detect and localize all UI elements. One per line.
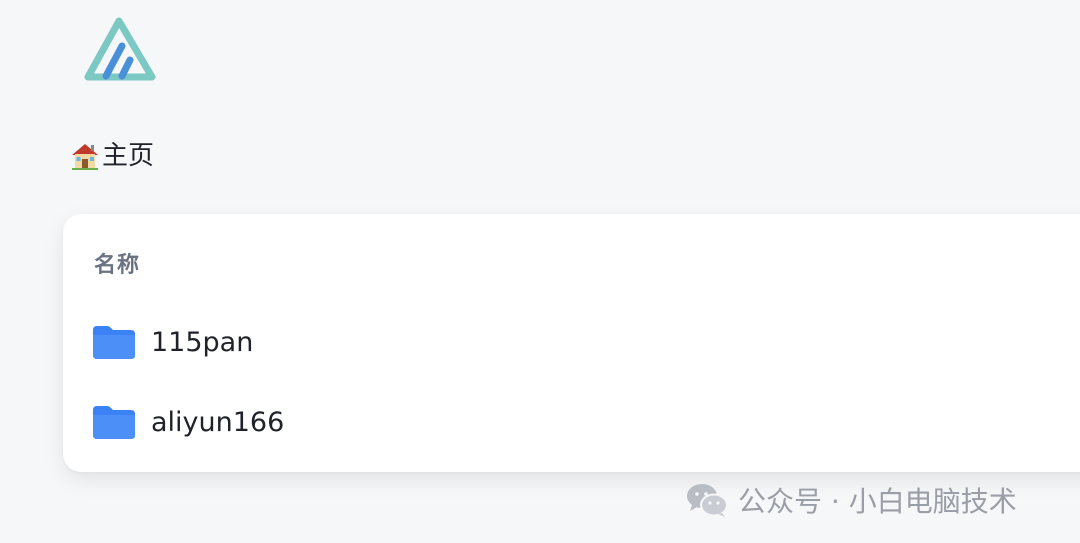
column-header-name[interactable]: 名称 [94, 247, 140, 279]
file-name: aliyun166 [151, 406, 285, 438]
file-list: 115pan aliyun166 [63, 302, 1080, 462]
folder-icon [93, 326, 135, 359]
watermark: 公众号 · 小白电脑技术 [686, 480, 1017, 520]
watermark-text: 公众号 · 小白电脑技术 [738, 485, 1017, 518]
breadcrumb[interactable]: 主页 [70, 138, 154, 174]
wechat-icon [687, 484, 728, 517]
breadcrumb-home-label: 主页 [102, 141, 155, 171]
list-item[interactable]: 115pan [63, 302, 1080, 382]
list-item[interactable]: aliyun166 [63, 382, 1080, 462]
folder-icon [93, 406, 135, 439]
file-list-card: 名称 115pan aliyun166 [63, 214, 1080, 472]
logo-icon [84, 17, 156, 81]
house-icon [72, 144, 98, 170]
file-name: 115pan [151, 326, 254, 358]
app-logo[interactable] [80, 16, 158, 84]
